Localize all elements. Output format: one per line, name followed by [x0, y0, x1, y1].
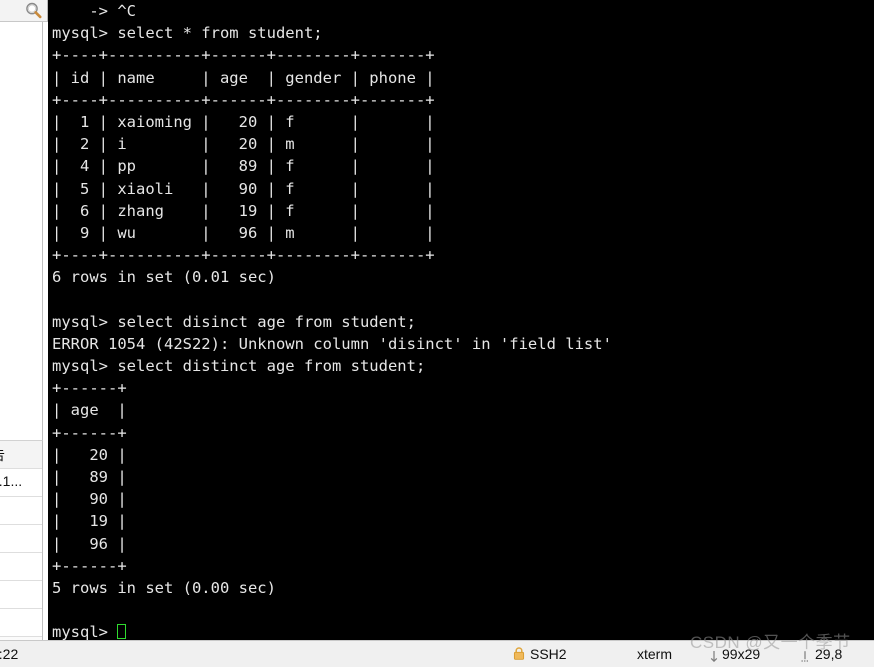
list-item[interactable]	[0, 581, 42, 609]
terminal-output: -> ^C mysql> select * from student; +----+…	[52, 0, 612, 640]
lock-icon	[513, 647, 525, 660]
terminal-line: | 6 | zhang | 19 | f | |	[52, 201, 435, 220]
terminal-line: | 19 |	[52, 512, 127, 531]
terminal-line: | 5 | xiaoli | 90 | f | |	[52, 179, 435, 198]
terminal-line: mysql> select distinct age from student;	[52, 357, 426, 375]
status-protocol: SSH2	[530, 646, 567, 662]
terminal-line: | 1 | xaioming | 20 | f | |	[52, 112, 435, 131]
terminal-line: | 89 |	[52, 467, 127, 486]
terminal-pane[interactable]: -> ^C mysql> select * from student; +----+…	[48, 0, 874, 640]
block-cursor	[117, 624, 127, 640]
app-window: ) 告 3.1...	[0, 0, 874, 667]
terminal-line: | 9 | wu | 96 | m | |	[52, 223, 435, 242]
terminal-line: | id | name | age | gender | phone |	[52, 68, 435, 87]
terminal-line: | 90 |	[52, 490, 127, 509]
list-item[interactable]	[0, 553, 42, 581]
list-item[interactable]: 告	[0, 441, 42, 469]
list-item[interactable]: 3.1...	[0, 469, 42, 497]
caret-icon	[800, 649, 810, 662]
list-item-label: 告	[0, 445, 5, 465]
terminal-line: | 2 | i | 20 | m | |	[52, 135, 435, 154]
terminal-line: | 20 |	[52, 445, 127, 464]
terminal-line: | 4 | pp | 89 | f | |	[52, 157, 435, 176]
terminal-line: ERROR 1054 (42S22): Unknown column 'disi…	[52, 334, 612, 353]
terminal-line: mysql>	[52, 621, 612, 640]
list-item[interactable]	[0, 609, 42, 637]
status-bar: 2:22 SSH2 xterm 99x29 29,8	[0, 640, 874, 667]
terminal-line: | age |	[52, 401, 127, 420]
terminal-line: 6 rows in set (0.01 sec)	[52, 268, 276, 287]
background-app-panel: ) 告 3.1...	[0, 0, 48, 640]
search-icon[interactable]	[25, 2, 42, 19]
list-item[interactable]	[0, 497, 42, 525]
terminal-line: +----+----------+------+--------+-------…	[52, 246, 435, 265]
status-cursor-position: 29,8	[815, 646, 843, 662]
status-time: 2:22	[0, 646, 19, 662]
resize-icon	[709, 649, 719, 663]
status-terminal-type: xterm	[637, 646, 672, 662]
terminal-line: +------+	[52, 556, 127, 575]
terminal-line: 5 rows in set (0.00 sec)	[52, 578, 276, 597]
terminal-line: mysql> select * from student;	[52, 24, 323, 43]
status-dimensions: 99x29	[722, 646, 761, 662]
background-app-grid: 告 3.1...	[0, 440, 43, 640]
background-app-toolbar	[0, 0, 48, 22]
terminal-line: +----+----------+------+--------+-------…	[52, 46, 435, 65]
terminal-line: mysql> select disinct age from student;	[52, 312, 416, 331]
terminal-line: | 96 |	[52, 534, 127, 553]
terminal-line: -> ^C	[52, 2, 136, 20]
list-item-label: 3.1...	[0, 473, 23, 489]
terminal-line: +------+	[52, 379, 127, 398]
list-item[interactable]	[0, 525, 42, 553]
terminal-line: +------+	[52, 423, 127, 442]
terminal-line: +----+----------+------+--------+-------…	[52, 90, 435, 109]
background-app-body: )	[0, 22, 43, 440]
